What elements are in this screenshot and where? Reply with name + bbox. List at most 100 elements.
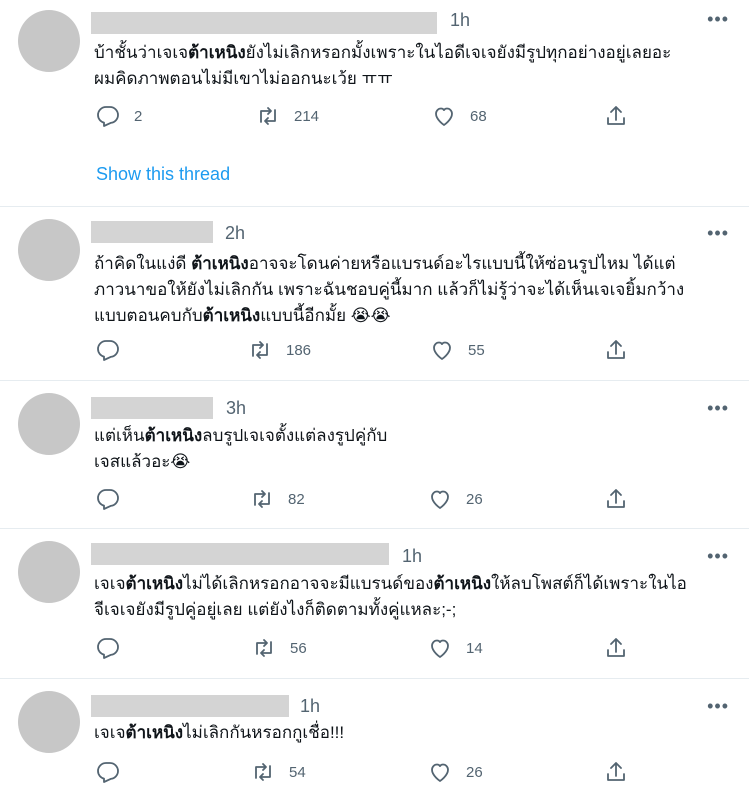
- share-button[interactable]: [604, 760, 628, 784]
- retweet-icon: [252, 341, 268, 359]
- like-button[interactable]: 26: [428, 487, 483, 511]
- username-redacted[interactable]: [91, 397, 213, 419]
- text-run: แต่เห็น: [94, 426, 145, 445]
- tweet[interactable]: 2h ••• ถ้าคิดในแง่ดี ต้าเหนิงอาจจะโดนค่า…: [0, 207, 749, 381]
- share-icon: [607, 340, 625, 359]
- like-button[interactable]: 14: [428, 636, 483, 660]
- more-icon[interactable]: •••: [707, 223, 729, 244]
- timestamp[interactable]: 1h: [402, 546, 422, 567]
- like-count: 26: [466, 763, 483, 781]
- bold-keyword: ต้าเหนิง: [144, 426, 203, 445]
- like-icon: [435, 107, 453, 126]
- text-run: แบบนี้อีกมั้ย 😭😭: [260, 306, 391, 325]
- share-icon: [607, 638, 625, 657]
- share-button[interactable]: [604, 636, 628, 660]
- share-icon: [607, 106, 625, 125]
- retweet-count: 54: [289, 763, 306, 781]
- reply-button[interactable]: [96, 338, 134, 362]
- tweet[interactable]: 1h ••• เจเจต้าเหนิงไม่ได้เลิกหรอกอาจจะมี…: [0, 529, 749, 679]
- like-count: 55: [468, 341, 485, 359]
- timestamp[interactable]: 3h: [226, 398, 246, 419]
- avatar[interactable]: [18, 393, 80, 455]
- username-redacted[interactable]: [91, 12, 437, 34]
- retweet-button[interactable]: 186: [248, 338, 311, 362]
- retweet-icon: [260, 107, 276, 125]
- avatar[interactable]: [18, 541, 80, 603]
- retweet-icon: [256, 639, 272, 657]
- show-thread-link[interactable]: Show this thread: [96, 164, 230, 185]
- tweet-text: ถ้าคิดในแง่ดี ต้าเหนิงอาจจะโดนค่ายหรือแบ…: [94, 251, 721, 329]
- tweet-text: เจเจต้าเหนิงไม่เลิกกันหรอกกูเชื่อ!!!: [94, 720, 721, 746]
- like-icon: [431, 490, 449, 509]
- share-icon: [607, 762, 625, 781]
- reply-icon: [97, 340, 119, 361]
- username-redacted[interactable]: [91, 221, 213, 243]
- bold-keyword: ต้าเหนิง: [125, 574, 184, 593]
- share-button[interactable]: [604, 338, 628, 362]
- timestamp[interactable]: 1h: [300, 696, 320, 717]
- like-icon: [431, 763, 449, 782]
- tweet[interactable]: 1h ••• เจเจต้าเหนิงไม่เลิกกันหรอกกูเชื่อ…: [0, 679, 749, 797]
- username-redacted[interactable]: [91, 695, 289, 717]
- bold-keyword: ต้าเหนิง: [202, 306, 261, 325]
- text-run: บ้าชั้นว่าเจเจ: [94, 43, 189, 62]
- tweet-text: บ้าชั้นว่าเจเจต้าเหนิงยังไม่เลิกหรอกมั้ง…: [94, 40, 721, 92]
- like-button[interactable]: 68: [432, 104, 487, 128]
- text-run: ไม่ได้เลิกหรอกอาจจะมีแบรนด์ของ: [183, 574, 434, 593]
- avatar[interactable]: [18, 691, 80, 753]
- bold-keyword: ต้าเหนิง: [188, 43, 246, 62]
- retweet-count: 214: [294, 107, 320, 125]
- username-redacted[interactable]: [91, 543, 389, 565]
- retweet-button[interactable]: 82: [250, 487, 305, 511]
- retweet-button[interactable]: 214: [256, 104, 319, 128]
- more-icon[interactable]: •••: [707, 9, 729, 30]
- tweet-actions: 56 14: [0, 636, 749, 662]
- reply-icon: [97, 638, 119, 659]
- reply-button[interactable]: [96, 636, 134, 660]
- tweet-text: แต่เห็นต้าเหนิงลบรูปเจเจตั้งแต่ลงรูปคู่ก…: [94, 423, 721, 475]
- like-icon: [431, 639, 449, 658]
- retweet-button[interactable]: 54: [251, 760, 306, 784]
- retweet-icon: [254, 490, 270, 508]
- bold-keyword: ต้าเหนิง: [125, 723, 184, 742]
- text-run: เจเจ: [94, 723, 126, 742]
- reply-button[interactable]: [96, 760, 134, 784]
- timestamp[interactable]: 1h: [450, 10, 470, 31]
- share-button[interactable]: [604, 487, 628, 511]
- bold-keyword: ต้าเหนิง: [433, 574, 492, 593]
- retweet-icon: [255, 763, 271, 781]
- like-count: 14: [466, 639, 483, 657]
- tweet[interactable]: 3h ••• แต่เห็นต้าเหนิงลบรูปเจเจตั้งแต่ลง…: [0, 381, 749, 529]
- like-button[interactable]: 26: [428, 760, 483, 784]
- like-count: 68: [470, 107, 487, 125]
- reply-button[interactable]: [96, 487, 134, 511]
- like-icon: [433, 341, 451, 360]
- tweet[interactable]: 1h ••• บ้าชั้นว่าเจเจต้าเหนิงยังไม่เลิกห…: [0, 0, 749, 207]
- retweet-count: 82: [288, 490, 305, 508]
- retweet-button[interactable]: 56: [252, 636, 307, 660]
- tweet-text: เจเจต้าเหนิงไม่ได้เลิกหรอกอาจจะมีแบรนด์ข…: [94, 571, 721, 623]
- tweet-actions: 2 214 68: [0, 104, 749, 130]
- retweet-count: 186: [286, 341, 312, 359]
- share-button[interactable]: [604, 104, 628, 128]
- reply-count: 2: [134, 107, 143, 125]
- like-button[interactable]: 55: [430, 338, 485, 362]
- reply-button[interactable]: 2: [96, 104, 142, 128]
- retweet-count: 56: [290, 639, 307, 657]
- avatar[interactable]: [18, 219, 80, 281]
- reply-icon: [97, 762, 119, 783]
- reply-icon: [97, 489, 119, 510]
- more-icon[interactable]: •••: [707, 696, 729, 717]
- text-run: เจเจ: [94, 574, 126, 593]
- more-icon[interactable]: •••: [707, 546, 729, 567]
- tweet-actions: 54 26: [0, 760, 749, 786]
- reply-icon: [97, 106, 119, 127]
- text-run: ไม่เลิกกันหรอกกูเชื่อ!!!: [183, 723, 345, 742]
- bold-keyword: ต้าเหนิง: [191, 254, 249, 273]
- timestamp[interactable]: 2h: [225, 223, 245, 244]
- like-count: 26: [466, 490, 483, 508]
- avatar[interactable]: [18, 10, 80, 72]
- tweet-actions: 186 55: [0, 338, 749, 364]
- more-icon[interactable]: •••: [707, 398, 729, 419]
- share-icon: [607, 489, 625, 508]
